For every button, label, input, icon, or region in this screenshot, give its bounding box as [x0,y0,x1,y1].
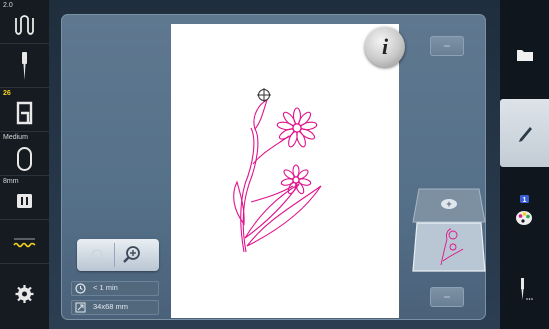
color-palette-button[interactable]: 1 [500,190,549,240]
add-layer-icon: + [446,199,451,209]
needle-start-icon [521,278,533,300]
stitch-plate-value: 8mm [3,178,19,185]
thread-tension-button[interactable] [0,220,49,264]
thread-tension-icon [13,238,36,248]
stitch-width-value: 2.0 [3,2,13,9]
stitch-time-readout: < 1 min [71,281,159,296]
stitch-time-value: < 1 min [93,283,118,292]
settings-button[interactable] [0,264,49,329]
presser-foot-button[interactable]: 26 [0,88,49,132]
color-palette-icon: 1 [516,195,532,225]
presser-foot-number: 26 [3,90,11,97]
layer-up-button[interactable] [430,36,464,56]
stitch-width-icon [15,15,34,35]
presser-foot-icon [16,101,33,125]
layer-thumbnail-selected[interactable] [411,221,487,273]
zoom-in-icon[interactable] [121,244,143,266]
flower-design[interactable] [171,24,399,318]
embroidery-canvas[interactable] [171,24,399,318]
design-size-value: 34x68 mm [93,302,129,311]
needle-icon [22,52,27,80]
edit-button[interactable] [500,99,549,167]
zoom-divider [114,243,115,267]
needle-position-crosshair [257,88,271,102]
hoop-button[interactable]: Medium [0,132,49,176]
pencil-edit-icon [519,127,532,142]
hoop-icon [17,147,32,171]
clock-icon [75,283,86,294]
minus-icon [444,45,450,47]
resize-icon [75,302,86,313]
color-count-badge: 1 [523,197,527,204]
hoop-size-label: Medium [3,134,28,141]
design-size-readout: 34x68 mm [71,300,159,315]
left-sidebar: 2.0 26 Medium 8mm [0,0,49,329]
stitch-width-button[interactable]: 2.0 [0,0,49,44]
minus-icon [444,296,450,298]
needle-button[interactable] [0,44,49,88]
info-button[interactable]: i [365,27,405,67]
start-embroidery-button[interactable] [500,270,549,315]
layer-down-button[interactable] [430,287,464,307]
stitch-plate-button[interactable]: 8mm [0,176,49,220]
open-file-button[interactable] [500,30,549,80]
stitch-plate-icon [17,194,32,208]
folder-icon [517,50,533,61]
hand-pan-icon[interactable] [88,247,106,263]
layer-add-slot[interactable]: + [411,187,487,224]
settings-gear-icon [15,285,34,303]
